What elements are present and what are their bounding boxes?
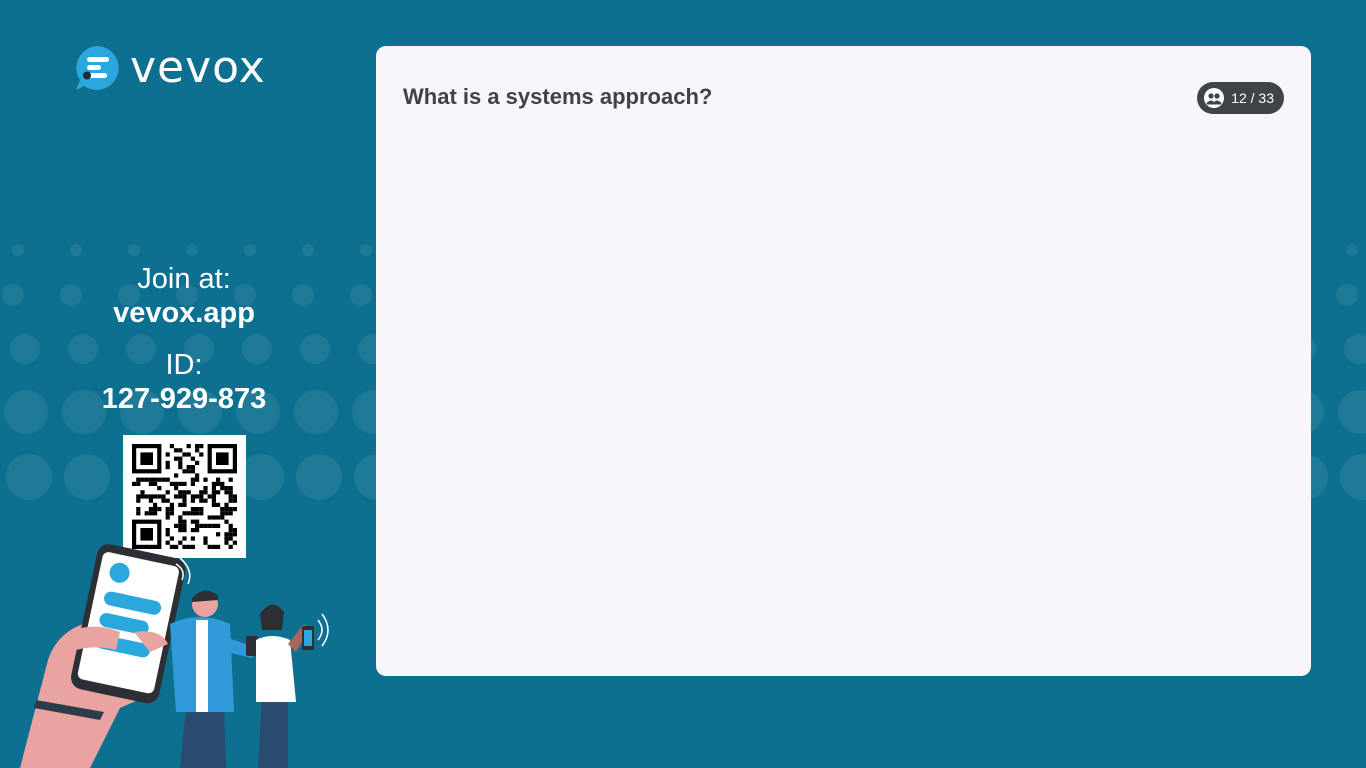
vevox-speech-bubble-icon <box>76 46 119 90</box>
people-with-phones-illustration <box>20 544 329 768</box>
slide-counter-text: 12 / 33 <box>1231 90 1274 106</box>
slide-counter-badge: 12 / 33 <box>1197 82 1284 114</box>
brand-name: vevox <box>130 42 266 93</box>
question-title: What is a systems approach? <box>403 84 713 109</box>
join-label: Join at: <box>137 263 231 295</box>
session-id-value: 127-929-873 <box>101 383 267 415</box>
join-url[interactable]: vevox.app <box>64 296 304 330</box>
join-panel: Join at: vevox.app ID: 127-929-873 <box>64 262 304 416</box>
question-card: What is a systems approach? 12 / 33 <box>376 46 1311 676</box>
participants-icon <box>1204 88 1225 108</box>
vevox-logo: vevox <box>74 44 266 92</box>
presentation-screen: vevox Join at: vevox.app ID: 127-929-873 <box>0 0 1366 768</box>
session-id-label: ID: <box>165 349 203 381</box>
